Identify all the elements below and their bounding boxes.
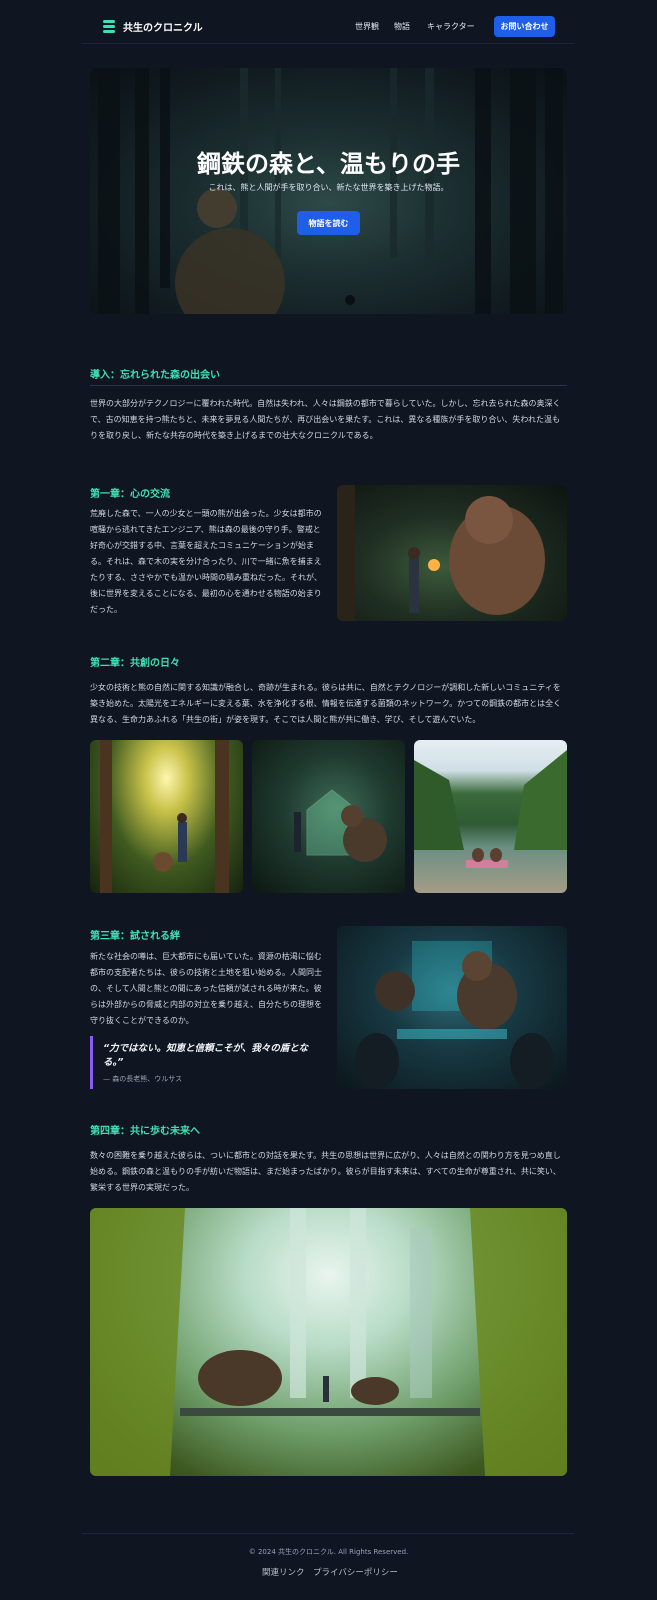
chapter4-title: 第四章：共に歩む未来へ xyxy=(90,1126,200,1137)
gallery-image-forest-light xyxy=(90,740,243,893)
gallery-image-river xyxy=(414,740,567,893)
chapter1-title: 第一章：心の交流 xyxy=(90,489,170,500)
nav-item-world[interactable]: 世界観 xyxy=(355,21,379,32)
footer-link-privacy[interactable]: プライバシーポリシー xyxy=(313,1566,398,1578)
quote-author: — 森の長老熊、ウルサス xyxy=(103,1075,183,1083)
gallery-image-greenhouse xyxy=(252,740,405,893)
chapter2-title: 第二章：共創の日々 xyxy=(90,658,180,669)
quote-text: “力ではない。知恵と信頼こそが、我々の盾となる。” xyxy=(103,1043,309,1068)
chapter3-image xyxy=(337,926,567,1089)
chapter1-text: 荒廃した森で、一人の少女と一頭の熊が出会った。少女は都市の喧騒から逃れてきたエン… xyxy=(90,509,322,614)
header-divider xyxy=(82,43,574,44)
intro-text: 世界の大部分がテクノロジーに覆われた時代。自然は失われ、人々は鋼鉄の都市で暮らし… xyxy=(90,399,561,440)
copyright-text: © 2024 共生のクロニクル. All Rights Reserved. xyxy=(248,1548,409,1556)
chapter4-text: 数々の困難を乗り越えた彼らは、ついに都市との対話を果たす。共生の思想は世界に広が… xyxy=(90,1151,561,1192)
contact-button[interactable]: お問い合わせ xyxy=(494,16,555,37)
chapter3-text: 新たな社会の噂は、巨大都市にも届いていた。資源の枯渇に悩む都市の支配者たちは、彼… xyxy=(90,952,322,1025)
hero-subtitle: これは、熊と人間が手を取り合い、新たな世界を築き上げた物語。 xyxy=(208,183,449,192)
logo-text[interactable]: 共生のクロニクル xyxy=(123,19,203,34)
footer-divider xyxy=(82,1533,574,1534)
hero-title: 鋼鉄の森と、温もりの手 xyxy=(196,150,461,178)
chapter3-quote: “力ではない。知恵と信頼こそが、我々の盾となる。” — 森の長老熊、ウルサス xyxy=(90,1036,322,1089)
footer-link-related[interactable]: 関連リンク xyxy=(262,1566,305,1578)
chapter4-image xyxy=(90,1208,567,1476)
chapter3-title: 第三章：試される絆 xyxy=(90,931,180,942)
logo-icon[interactable] xyxy=(103,20,115,33)
nav-item-characters[interactable]: キャラクター xyxy=(427,21,475,32)
nav-item-story[interactable]: 物語 xyxy=(394,21,410,32)
chapter2-text: 少女の技術と熊の自然に関する知識が融合し、奇跡が生まれる。彼らは共に、自然とテク… xyxy=(90,683,562,724)
intro-title: 導入：忘れられた森の出会い xyxy=(90,370,220,381)
chapter1-image xyxy=(337,485,567,621)
intro-divider xyxy=(90,385,567,386)
read-story-button[interactable]: 物語を読む xyxy=(297,211,360,235)
